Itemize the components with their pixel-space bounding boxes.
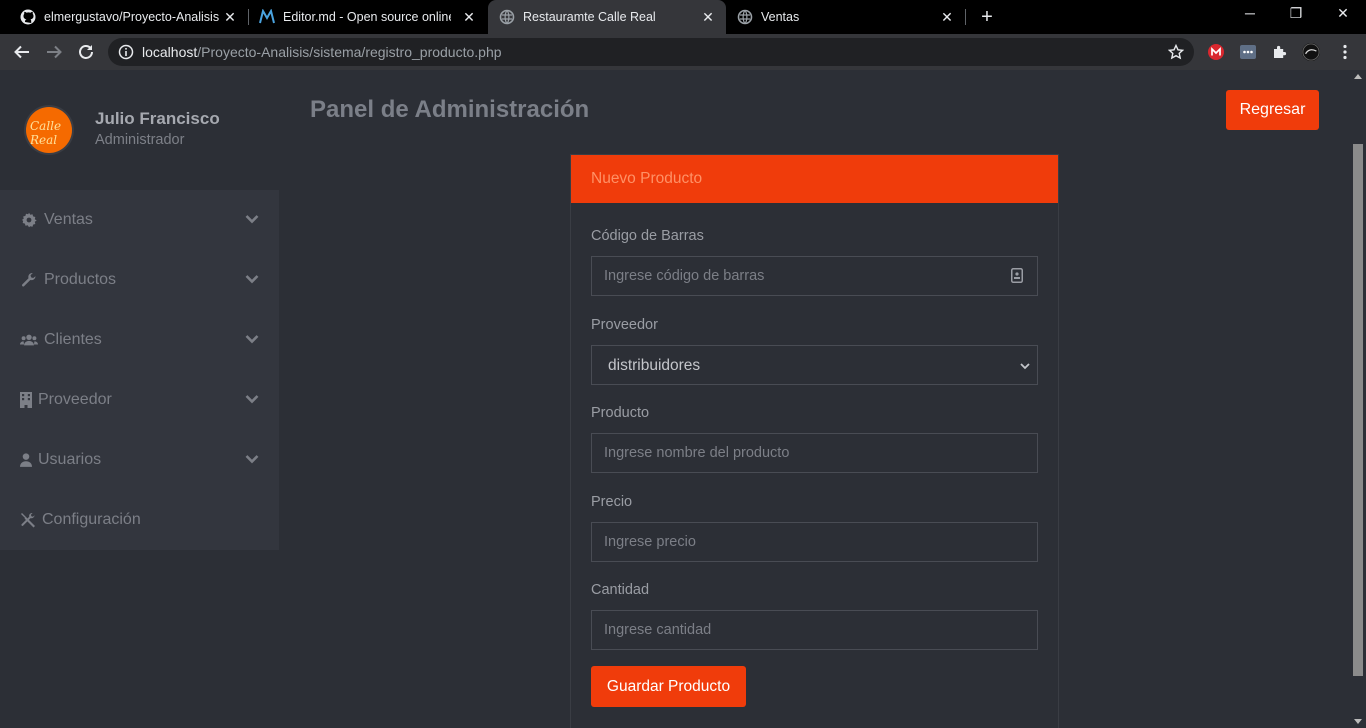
page-title: Panel de Administración — [310, 96, 590, 123]
url-text: localhost/Proyecto-Analisis/sistema/regi… — [142, 44, 502, 60]
users-icon — [20, 331, 38, 349]
new-tab-button[interactable]: + — [978, 7, 996, 27]
user-name: Julio Francisco — [95, 109, 220, 128]
sidebar-item-usuarios[interactable]: Usuarios — [0, 430, 279, 490]
close-icon[interactable]: ✕ — [700, 9, 716, 25]
product-name-input[interactable]: Ingrese nombre del producto — [591, 433, 1038, 473]
card-title: Nuevo Producto — [571, 155, 1058, 203]
close-icon[interactable]: ✕ — [939, 9, 955, 25]
wrench-icon — [20, 271, 38, 289]
back-arrow-icon[interactable] — [12, 42, 32, 62]
chevron-down-icon — [245, 332, 259, 346]
browser-tab-ventas[interactable]: Ventas ✕ — [727, 0, 965, 34]
sidebar-item-label: Configuración — [42, 511, 141, 528]
quantity-label: Cantidad — [591, 582, 650, 598]
browser-toolbar: localhost/Proyecto-Analisis/sistema/regi… — [0, 34, 1366, 70]
sidebar-item-clientes[interactable]: Clientes — [0, 310, 279, 370]
price-label: Precio — [591, 494, 633, 510]
sidebar: Calle Real Julio Francisco Administrador… — [0, 70, 279, 728]
minimize-icon[interactable]: ─ — [1240, 5, 1260, 21]
sidebar-item-label: Ventas — [44, 211, 93, 228]
price-placeholder: Ingrese precio — [604, 534, 696, 550]
tab-title: elmergustavo/Proyecto-Analisis — [44, 10, 220, 24]
url-host: localhost — [142, 44, 198, 60]
quantity-input[interactable]: Ingrese cantidad — [591, 610, 1038, 650]
chevron-down-icon — [1019, 359, 1031, 371]
globe-icon — [499, 9, 515, 25]
restaurant-logo: Calle Real — [30, 119, 62, 147]
url-path: /Proyecto-Analisis/sistema/registro_prod… — [197, 44, 502, 60]
browser-tab-restaurant[interactable]: Restauramte Calle Real ✕ — [488, 0, 726, 34]
save-product-button[interactable]: Guardar Producto — [591, 666, 746, 707]
bookmark-star-icon[interactable] — [1167, 43, 1185, 60]
barcode-input[interactable]: Ingrese código de barras — [591, 256, 1038, 296]
barcode-label: Código de Barras — [591, 228, 704, 244]
chrome-menu-icon[interactable] — [1336, 43, 1354, 61]
browser-tabstrip: elmergustavo/Proyecto-Analisis ✕ Editor.… — [0, 0, 1366, 34]
sidebar-item-label: Clientes — [44, 331, 102, 348]
page-content: Calle Real Julio Francisco Administrador… — [0, 70, 1350, 728]
browser-tab-github[interactable]: elmergustavo/Proyecto-Analisis ✕ — [0, 0, 248, 34]
scroll-down-icon[interactable] — [1354, 719, 1362, 724]
sidebar-item-productos[interactable]: Productos — [0, 250, 279, 310]
extension-dots-icon[interactable] — [1239, 43, 1257, 61]
mega-extension-icon[interactable] — [1207, 43, 1225, 61]
forward-arrow-icon[interactable] — [44, 42, 64, 62]
id-card-icon — [1011, 268, 1027, 286]
scrollbar-thumb[interactable] — [1353, 144, 1363, 676]
tab-title: Ventas — [761, 10, 800, 24]
provider-label: Proveedor — [591, 317, 658, 333]
address-bar[interactable]: localhost/Proyecto-Analisis/sistema/regi… — [108, 38, 1194, 66]
puzzle-extensions-icon[interactable] — [1271, 43, 1289, 61]
tools-icon — [20, 511, 36, 529]
user-panel: Calle Real Julio Francisco Administrador — [0, 70, 279, 190]
back-button[interactable]: Regresar — [1226, 90, 1319, 130]
info-icon[interactable] — [118, 44, 134, 60]
sidebar-menu: Ventas Productos Clientes Proveedor Usua… — [0, 190, 279, 550]
building-icon — [20, 391, 32, 409]
user-icon — [20, 451, 32, 469]
sidebar-item-label: Proveedor — [38, 391, 112, 408]
tab-title: Editor.md - Open source online M — [283, 10, 451, 24]
provider-select[interactable]: distribuidores — [591, 345, 1038, 385]
tab-title: Restauramte Calle Real — [523, 10, 656, 24]
chevron-down-icon — [245, 452, 259, 466]
sidebar-item-label: Usuarios — [38, 451, 102, 468]
browser-tab-editor[interactable]: Editor.md - Open source online M ✕ — [249, 0, 487, 34]
user-role: Administrador — [95, 132, 185, 148]
product-name-placeholder: Ingrese nombre del producto — [604, 445, 790, 461]
provider-selected-value: distribuidores — [608, 357, 701, 374]
gear-icon — [20, 211, 38, 229]
chevron-down-icon — [245, 392, 259, 406]
tab-separator — [965, 9, 966, 25]
product-label: Producto — [591, 405, 650, 421]
sidebar-item-label: Productos — [44, 271, 117, 288]
close-icon[interactable]: ✕ — [461, 9, 477, 25]
chevron-down-icon — [245, 272, 259, 286]
price-input[interactable]: Ingrese precio — [591, 522, 1038, 562]
new-product-card: Nuevo Producto Código de Barras Ingrese … — [570, 154, 1059, 728]
sidebar-item-configuracion[interactable]: Configuración — [0, 490, 279, 550]
sidebar-item-ventas[interactable]: Ventas — [0, 190, 279, 250]
avatar: Calle Real — [26, 107, 72, 153]
window-close-icon[interactable]: ✕ — [1333, 5, 1353, 22]
sidebar-item-proveedor[interactable]: Proveedor — [0, 370, 279, 430]
quantity-placeholder: Ingrese cantidad — [604, 622, 712, 638]
reload-icon[interactable] — [76, 42, 96, 62]
github-icon — [20, 9, 36, 25]
profile-avatar-icon[interactable] — [1302, 43, 1320, 61]
close-icon[interactable]: ✕ — [222, 9, 238, 25]
globe-icon — [737, 9, 753, 25]
page-scrollbar[interactable] — [1350, 70, 1366, 728]
chevron-down-icon — [245, 212, 259, 226]
barcode-placeholder: Ingrese código de barras — [604, 268, 765, 284]
editor-md-icon — [259, 9, 275, 25]
scroll-up-icon[interactable] — [1354, 74, 1362, 79]
restore-icon[interactable]: ❐ — [1286, 5, 1306, 22]
